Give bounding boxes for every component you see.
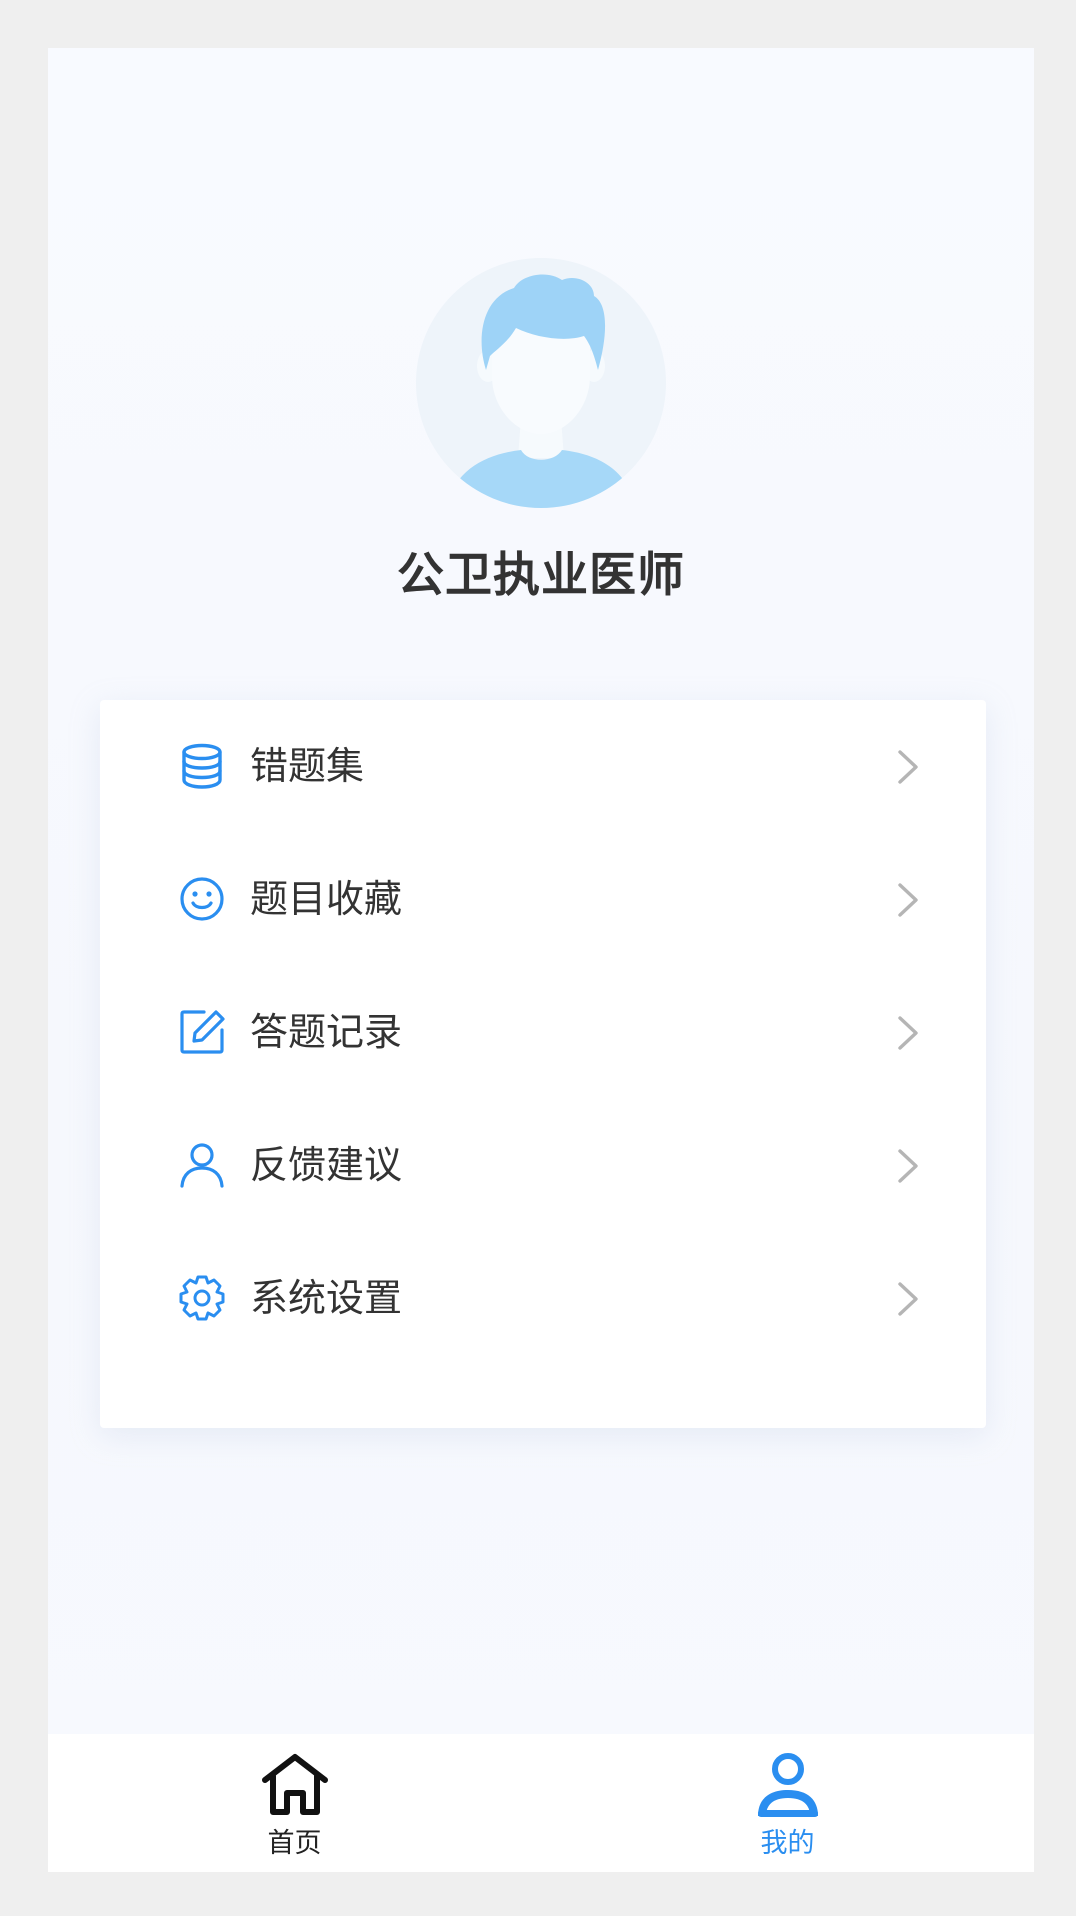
menu-item-feedback[interactable]: 反馈建议 xyxy=(100,1099,986,1231)
menu-card: 错题集 题目收藏 答题记录 反馈建议 系统设置 xyxy=(100,700,986,1428)
menu-item-label: 答题记录 xyxy=(250,1010,403,1054)
menu-item-answer-history[interactable]: 答题记录 xyxy=(100,966,986,1098)
tab-home[interactable]: 首页 xyxy=(48,1734,541,1872)
menu-item-settings[interactable]: 系统设置 xyxy=(100,1232,986,1364)
menu-item-label: 题目收藏 xyxy=(250,877,403,921)
tab-mine[interactable]: 我的 xyxy=(541,1734,1034,1872)
menu-item-favorites[interactable]: 题目收藏 xyxy=(100,833,986,965)
user-filled-icon xyxy=(758,1753,818,1817)
gear-icon xyxy=(179,1275,225,1321)
chevron-right-icon xyxy=(898,883,918,917)
chevron-right-icon xyxy=(898,750,918,784)
tab-label: 首页 xyxy=(267,1828,322,1859)
menu-item-wrong-questions[interactable]: 错题集 xyxy=(100,700,986,832)
bottom-tab-bar: 首页 我的 xyxy=(48,1734,1034,1872)
home-icon xyxy=(262,1754,328,1815)
tab-label: 我的 xyxy=(760,1828,815,1859)
avatar-illustration xyxy=(446,274,636,508)
chevron-right-icon xyxy=(898,1016,918,1050)
chevron-right-icon xyxy=(898,1282,918,1316)
menu-item-label: 反馈建议 xyxy=(250,1143,403,1187)
avatar[interactable] xyxy=(416,258,666,508)
profile-name: 公卫执业医师 xyxy=(397,548,685,603)
user-icon xyxy=(180,1143,224,1188)
smile-icon xyxy=(180,877,224,921)
menu-item-label: 系统设置 xyxy=(250,1276,403,1320)
database-icon xyxy=(182,743,222,789)
edit-icon xyxy=(180,1010,225,1054)
chevron-right-icon xyxy=(898,1149,918,1183)
profile-screen: 公卫执业医师 错题集 题目收藏 答题记录 反馈建议 系统设置 首页 我的 xyxy=(48,48,1034,1872)
menu-item-label: 错题集 xyxy=(250,744,365,788)
